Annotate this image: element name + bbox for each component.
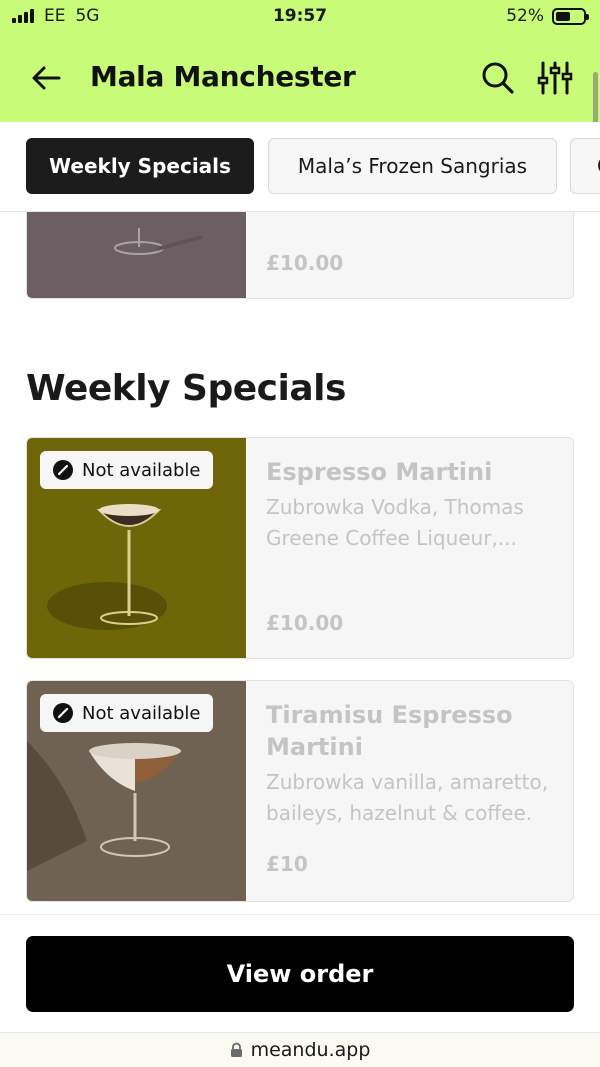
url-text: meandu.app <box>250 1039 371 1061</box>
menu-item-card[interactable]: Not available Tiramisu Espresso Martini … <box>26 680 574 902</box>
item-name: Espresso Martini <box>266 458 493 486</box>
battery-percent: 52% <box>506 6 544 26</box>
battery-icon <box>552 7 589 25</box>
lock-icon <box>230 1042 242 1057</box>
unavailable-icon <box>53 703 73 723</box>
browser-url-bar[interactable]: meandu.app <box>0 1032 600 1067</box>
item-description: Zubrowka Vodka, Thomas Greene Coffee Liq… <box>266 495 524 550</box>
menu-item-card-previous[interactable]: £10.00 <box>26 212 574 299</box>
view-order-button[interactable]: View order <box>26 936 574 1012</box>
badge-label: Not available <box>82 702 201 724</box>
item-details: Espresso Martini Zubrowka Vodka, Thomas … <box>266 456 557 554</box>
back-arrow-icon <box>32 66 61 90</box>
item-name: Tiramisu Espresso Martini <box>266 701 513 761</box>
badge-label: Not available <box>82 459 201 481</box>
tab-frozen-sangrias[interactable]: Mala’s Frozen Sangrias <box>268 138 557 194</box>
back-button[interactable] <box>26 58 66 98</box>
item-image <box>27 212 246 298</box>
not-available-badge: Not available <box>40 451 213 489</box>
page-title: Mala Manchester <box>90 60 356 93</box>
menu-content[interactable]: £10.00 Weekly Specials Not available Esp… <box>0 212 600 914</box>
status-right: 52% <box>506 6 589 26</box>
search-icon <box>482 62 514 94</box>
item-price: £10.00 <box>266 611 344 635</box>
filter-button[interactable] <box>534 58 576 98</box>
search-button[interactable] <box>478 58 518 98</box>
app-header: Mala Manchester <box>0 32 600 132</box>
status-bar: EE 5G 19:57 52% <box>0 0 600 32</box>
footer: View order <box>0 914 600 1032</box>
item-price: £10.00 <box>266 251 344 275</box>
menu-item-card[interactable]: Not available Espresso Martini Zubrowka … <box>26 437 574 659</box>
item-details: Tiramisu Espresso Martini Zubrowka vanil… <box>266 699 557 829</box>
section-title: Weekly Specials <box>26 368 346 409</box>
category-tabs: Weekly Specials Mala’s Frozen Sangrias C <box>0 122 600 212</box>
filter-sliders-icon <box>537 61 573 95</box>
item-description: Zubrowka vanilla, amaretto, baileys, haz… <box>266 770 549 825</box>
unavailable-icon <box>53 460 73 480</box>
tab-next-category[interactable]: C <box>570 138 600 194</box>
tab-weekly-specials[interactable]: Weekly Specials <box>26 138 254 194</box>
item-price: £10 <box>266 852 308 876</box>
not-available-badge: Not available <box>40 694 213 732</box>
